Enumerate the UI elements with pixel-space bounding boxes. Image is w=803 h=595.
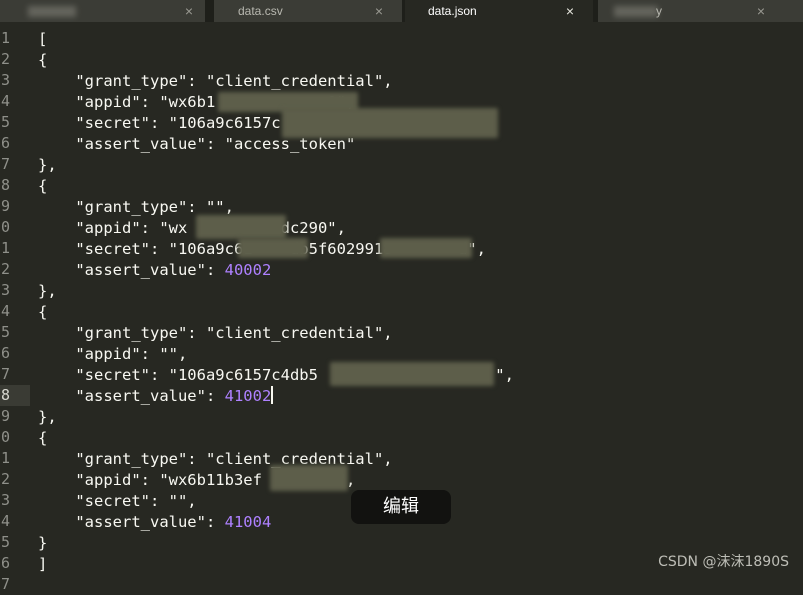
tab-label: data.json: [428, 4, 477, 18]
code-token: {: [38, 51, 48, 69]
code-token: "grant_type": "client_credential",: [38, 324, 393, 342]
number-token: 40002: [224, 261, 272, 279]
code-line: "grant_type": "client_credential",: [38, 71, 393, 92]
code-line: },: [38, 155, 57, 176]
redacted-region: [282, 108, 498, 138]
line-number: 5: [0, 533, 10, 551]
code-token: ]: [38, 555, 48, 573]
tab-4[interactable]: y ×: [598, 0, 803, 22]
code-token: ",: [495, 366, 514, 384]
line-number: 3: [0, 71, 10, 89]
code-token: "appid": "wx6b11b3ef: [38, 471, 262, 489]
line-number: 7: [0, 575, 10, 593]
code-line: "assert_value": 41004: [38, 512, 271, 533]
code-token: {: [38, 429, 48, 447]
code-token: "appid": "",: [38, 345, 188, 363]
close-icon[interactable]: ×: [563, 0, 577, 22]
code-token: },: [38, 156, 57, 174]
line-number: 7: [0, 155, 10, 173]
code-token: }: [38, 534, 48, 552]
code-line: "appid": "",: [38, 344, 187, 365]
line-number: 2: [0, 260, 10, 278]
code-line: {: [38, 302, 47, 323]
close-icon[interactable]: ×: [372, 0, 386, 22]
code-line: [: [38, 29, 47, 50]
code-line: "assert_value": 40002: [38, 260, 271, 281]
line-number: 3: [0, 281, 10, 299]
redacted-region: [380, 238, 472, 258]
code-line: {: [38, 176, 47, 197]
code-token: "secret": "106a9c61: [38, 240, 253, 258]
code-token: {: [38, 177, 48, 195]
tab-bar: × data.csv × data.json × y ×: [0, 0, 803, 22]
code-token: [: [38, 30, 48, 48]
tab-1[interactable]: ×: [0, 0, 205, 22]
line-number: 6: [0, 554, 10, 572]
code-token: "secret": "106a9c6157c: [38, 114, 281, 132]
code-token: "appid": "wx: [38, 219, 188, 237]
edit-tooltip[interactable]: 编辑: [351, 490, 451, 524]
line-number: 8: [0, 386, 10, 404]
code-token: {: [38, 303, 48, 321]
code-token: "assert_value":: [38, 261, 225, 279]
line-number: 5: [0, 113, 10, 131]
line-number: 0: [0, 428, 10, 446]
number-token: 41004: [224, 513, 272, 531]
code-token: "grant_type": "client_credential",: [38, 72, 393, 90]
line-number: 3: [0, 491, 10, 509]
line-number: 4: [0, 512, 10, 530]
code-token: "secret": "106a9c6157c4db5: [38, 366, 318, 384]
tab-label: y: [656, 4, 662, 18]
line-number: 5: [0, 323, 10, 341]
line-number: 0: [0, 218, 10, 236]
line-number: 6: [0, 344, 10, 362]
code-token: "secret": "",: [38, 492, 197, 510]
watermark: CSDN @沫沫1890S: [658, 554, 789, 570]
code-line: "grant_type": "client_credential",: [38, 323, 393, 344]
redacted-tab-title: [614, 6, 658, 17]
close-icon[interactable]: ×: [182, 0, 196, 22]
code-line: "assert_value": 41002: [38, 386, 274, 407]
code-token: },: [38, 408, 57, 426]
code-token: "appid": "wx6b1: [38, 93, 216, 111]
code-token: "assert_value":: [38, 387, 225, 405]
code-token: "grant_type": "",: [38, 198, 234, 216]
line-number: 7: [0, 365, 10, 383]
tab-data-json[interactable]: data.json ×: [405, 0, 593, 22]
tab-data-csv[interactable]: data.csv ×: [214, 0, 402, 22]
code-line: "appid": "wx dc290",: [38, 218, 346, 239]
line-number: 1: [0, 449, 10, 467]
redacted-region: [196, 215, 286, 239]
code-line: "secret": "",: [38, 491, 197, 512]
line-number: 8: [0, 176, 10, 194]
code-line: ]: [38, 554, 47, 575]
line-number: 2: [0, 470, 10, 488]
text-caret: [271, 386, 274, 404]
code-line: },: [38, 281, 57, 302]
redacted-tab-title: [28, 6, 76, 17]
code-line: }: [38, 533, 47, 554]
line-number: 4: [0, 302, 10, 320]
code-line: },: [38, 407, 57, 428]
tab-label: data.csv: [238, 4, 283, 18]
number-token: 41002: [224, 387, 272, 405]
code-token: "assert_value":: [38, 513, 225, 531]
redacted-region: [270, 465, 348, 491]
line-number-gutter: 1 2 3 4 5 6 7 8 9 0 1 2 3 4 5 6 7 8 9 0 1 2 3 4 5 6 7: [0, 22, 30, 593]
close-icon[interactable]: ×: [754, 0, 768, 22]
line-number: 2: [0, 50, 10, 68]
line-number: 1: [0, 29, 10, 47]
line-number: 6: [0, 134, 10, 152]
redacted-region: [238, 238, 308, 258]
line-number: 9: [0, 197, 10, 215]
code-token: dc290",: [280, 219, 346, 237]
line-number: 4: [0, 92, 10, 110]
line-number: 9: [0, 407, 10, 425]
redacted-region: [330, 362, 494, 386]
code-line: {: [38, 428, 47, 449]
code-token: },: [38, 282, 57, 300]
line-number: 1: [0, 239, 10, 257]
code-line: {: [38, 50, 47, 71]
